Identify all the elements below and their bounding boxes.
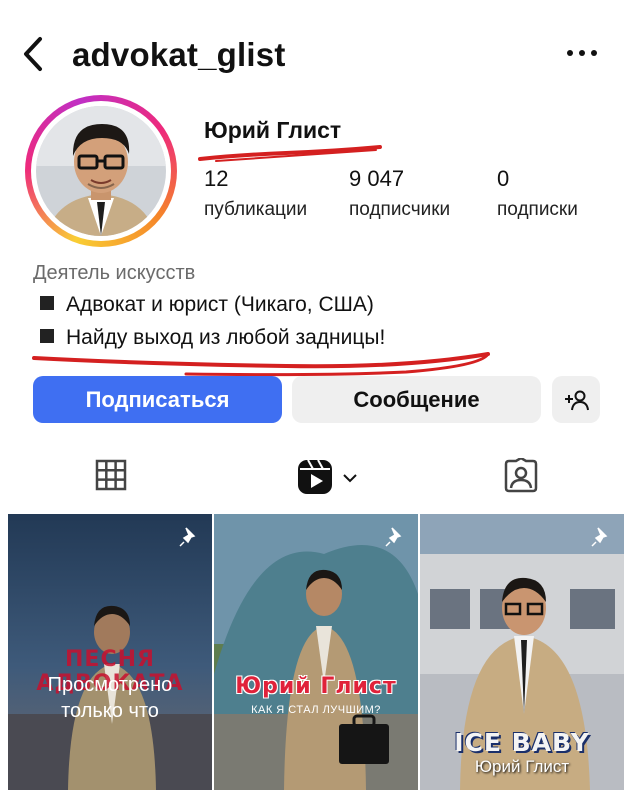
reels-icon xyxy=(298,459,332,494)
pinned-icon xyxy=(178,526,200,548)
tagged-icon xyxy=(504,456,538,493)
post-title: Юрий Глист xyxy=(235,674,397,699)
chevron-down-icon xyxy=(343,474,357,483)
profile-category: Деятель искусств xyxy=(33,262,196,284)
post-tile[interactable]: Юрий Глист КАК Я СТАЛ ЛУЧШИМ? xyxy=(214,514,418,790)
post-subtitle: КАК Я СТАЛ ЛУЧШИМ? xyxy=(251,704,381,716)
following-label[interactable]: подписки xyxy=(497,199,578,221)
more-options-button[interactable] xyxy=(562,38,602,68)
bullet-icon xyxy=(40,329,54,343)
profile-tabs xyxy=(0,448,640,508)
followers-count[interactable]: 9 047 xyxy=(349,166,404,192)
story-ring[interactable] xyxy=(25,95,177,247)
post-subtitle: Юрий Глист xyxy=(474,757,570,776)
back-button[interactable] xyxy=(16,34,56,74)
red-underline-name xyxy=(198,145,382,162)
reels-dropdown[interactable] xyxy=(342,470,358,488)
chevron-left-icon xyxy=(24,37,42,71)
post-overlay-line-2: только что xyxy=(61,700,159,722)
profile-username: advokat_glist xyxy=(72,36,286,73)
red-underline-bio xyxy=(32,352,490,377)
tab-grid[interactable] xyxy=(94,458,128,497)
posts-count[interactable]: 12 xyxy=(204,166,228,192)
bio-line-1: Адвокат и юрист (Чикаго, США) xyxy=(40,293,374,317)
post-tile[interactable]: ICE BABY Юрий Глист xyxy=(420,514,624,790)
grid-icon xyxy=(95,459,127,491)
tab-tagged[interactable] xyxy=(503,456,539,499)
top-bar: advokat_glist xyxy=(0,0,640,100)
posts-grid: ПЕСНЯ АДВОКАТА Просмотрено только что Юр… xyxy=(8,514,625,790)
followers-label[interactable]: подписчики xyxy=(349,199,450,221)
pinned-icon xyxy=(384,526,406,548)
suggest-user-button[interactable] xyxy=(552,376,600,423)
profile-full-name: Юрий Глист xyxy=(204,117,342,143)
post-thumbnail xyxy=(214,514,418,790)
avatar xyxy=(36,106,166,236)
more-dots-icon xyxy=(567,50,597,56)
following-count[interactable]: 0 xyxy=(497,166,509,192)
post-tile[interactable]: ПЕСНЯ АДВОКАТА Просмотрено только что xyxy=(8,514,212,790)
follow-button[interactable]: Подписаться xyxy=(33,376,282,423)
posts-label[interactable]: публикации xyxy=(204,199,307,221)
post-overlay-line-1: Просмотрено xyxy=(47,674,173,696)
bullet-icon xyxy=(40,296,54,310)
add-person-icon xyxy=(565,390,589,410)
tab-reels[interactable] xyxy=(296,458,336,501)
post-title: ICE BABY xyxy=(454,728,590,757)
pinned-icon xyxy=(590,526,612,548)
message-button[interactable]: Сообщение xyxy=(292,376,541,423)
